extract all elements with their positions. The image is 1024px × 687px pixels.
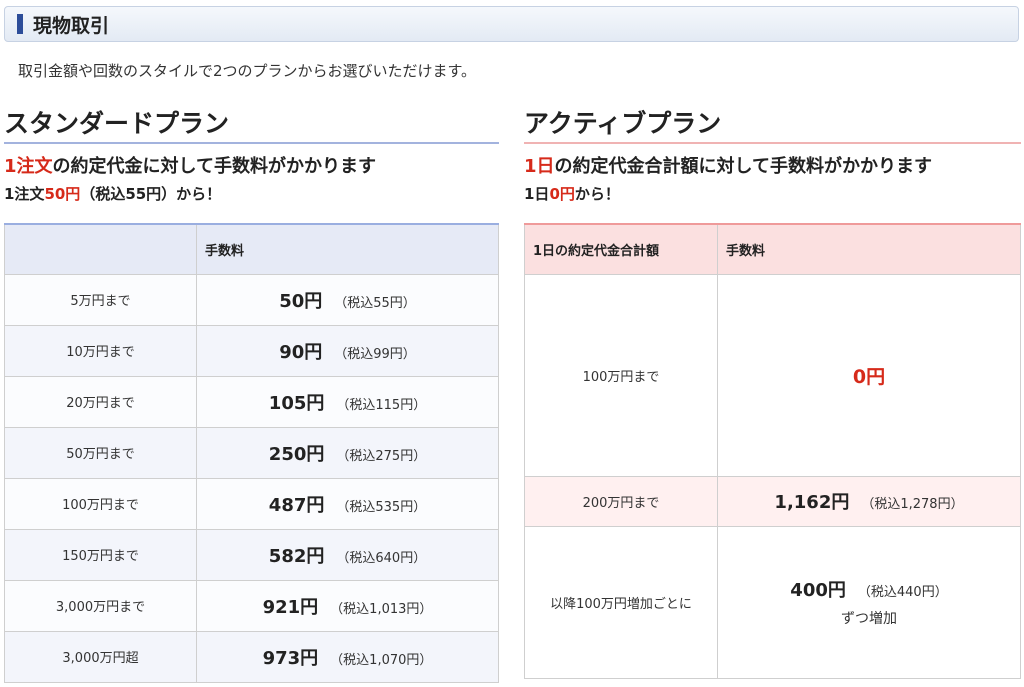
section-marker-icon bbox=[17, 14, 23, 34]
fee-tax: （税込440円） bbox=[857, 585, 948, 600]
intro-text: 取引金額や回数のスタイルで2つのプランからお選びいただけます。 bbox=[18, 62, 477, 80]
range-cell: 3,000万円まで bbox=[4, 579, 197, 632]
fee-note: ずつ増加 bbox=[841, 611, 897, 627]
fee-cell: 400円 （税込440円） ずつ増加 bbox=[717, 525, 1021, 679]
range-cell: 50万円まで bbox=[4, 426, 197, 479]
range-cell: 5万円まで bbox=[4, 273, 197, 326]
range-cell: 20万円まで bbox=[4, 375, 197, 428]
table-header-row: 1日の約定代金合計額 手数料 bbox=[524, 223, 1021, 275]
table-header-fee: 手数料 bbox=[196, 223, 499, 275]
fee-cell: 921円 （税込1,013円） bbox=[196, 579, 499, 632]
fee-tax: （税込1,070円） bbox=[330, 652, 433, 668]
fee-amount: 1,162円 bbox=[774, 492, 850, 513]
sub-highlight: 50円 bbox=[44, 185, 81, 203]
fee-amount: 250円 bbox=[268, 443, 325, 465]
standard-plan-sub: 1注文50円（税込55円）から！ bbox=[4, 182, 499, 206]
range-cell: 以降100万円増加ごとに bbox=[524, 525, 718, 679]
section-title: 現物取引 bbox=[33, 14, 110, 37]
sub-text-post: （税込55円）から！ bbox=[80, 185, 222, 203]
active-fee-table: 1日の約定代金合計額 手数料 100万円まで 0円 200万円まで 1,162円… bbox=[524, 223, 1021, 679]
active-plan: アクティブプラン 1日の約定代金合計額に対して手数料がかかります 1日0円から！… bbox=[524, 104, 1021, 679]
sub-text-pre: 1日 bbox=[524, 185, 550, 203]
range-cell: 100万円まで bbox=[524, 273, 718, 477]
table-header-fee: 手数料 bbox=[717, 223, 1021, 275]
fee-cell: 50円 （税込55円） bbox=[196, 273, 499, 326]
table-row: 5万円まで 50円 （税込55円） bbox=[4, 273, 499, 326]
fee-amount: 487円 bbox=[268, 494, 325, 516]
table-row: 100万円まで 487円 （税込535円） bbox=[4, 477, 499, 530]
lead-highlight: 1注文 bbox=[4, 156, 53, 177]
standard-plan: スタンダードプラン 1注文の約定代金に対して手数料がかかります 1注文50円（税… bbox=[4, 104, 499, 683]
fee-cell: 105円 （税込115円） bbox=[196, 375, 499, 428]
table-row: 10万円まで 90円 （税込99円） bbox=[4, 324, 499, 377]
table-row: 3,000万円超 973円 （税込1,070円） bbox=[4, 630, 499, 683]
section-header: 現物取引 bbox=[4, 6, 1019, 42]
range-cell: 150万円まで bbox=[4, 528, 197, 581]
table-row: 20万円まで 105円 （税込115円） bbox=[4, 375, 499, 428]
table-header-range bbox=[4, 223, 197, 275]
table-header-range: 1日の約定代金合計額 bbox=[524, 223, 718, 275]
table-row: 200万円まで 1,162円 （税込1,278円） bbox=[524, 475, 1021, 527]
active-plan-title: アクティブプラン bbox=[524, 104, 1021, 144]
active-plan-lead: 1日の約定代金合計額に対して手数料がかかります bbox=[524, 154, 1021, 180]
sub-highlight: 0円 bbox=[549, 185, 575, 203]
fee-tax: （税込275円） bbox=[336, 448, 427, 464]
fee-cell: 250円 （税込275円） bbox=[196, 426, 499, 479]
standard-fee-table: 手数料 5万円まで 50円 （税込55円） 10万円まで 90円 （税込99円） 2… bbox=[4, 223, 499, 683]
fee-amount: 973円 bbox=[262, 647, 319, 669]
fee-tax: （税込115円） bbox=[336, 397, 427, 413]
fee-cell: 487円 （税込535円） bbox=[196, 477, 499, 530]
lead-text: の約定代金に対して手数料がかかります bbox=[52, 156, 376, 177]
range-cell: 200万円まで bbox=[524, 475, 718, 527]
range-cell: 3,000万円超 bbox=[4, 630, 197, 683]
fee-cell: 973円 （税込1,070円） bbox=[196, 630, 499, 683]
fee-amount: 0円 bbox=[852, 365, 886, 388]
fee-cell: 1,162円 （税込1,278円） bbox=[717, 475, 1021, 527]
range-cell: 10万円まで bbox=[4, 324, 197, 377]
table-row: 150万円まで 582円 （税込640円） bbox=[4, 528, 499, 581]
fee-amount: 90円 bbox=[279, 341, 323, 363]
table-row: 100万円まで 0円 bbox=[524, 273, 1021, 477]
active-plan-sub: 1日0円から！ bbox=[524, 182, 1021, 206]
lead-highlight: 1日 bbox=[524, 156, 555, 177]
fee-tax: （税込535円） bbox=[336, 499, 427, 515]
table-row: 以降100万円増加ごとに 400円 （税込440円） ずつ増加 bbox=[524, 525, 1021, 679]
table-row: 3,000万円まで 921円 （税込1,013円） bbox=[4, 579, 499, 632]
sub-text-post: から！ bbox=[574, 185, 620, 203]
fee-amount: 400円 bbox=[790, 580, 846, 601]
sub-text-pre: 1注文 bbox=[4, 185, 45, 203]
standard-plan-title: スタンダードプラン bbox=[4, 104, 499, 144]
range-cell: 100万円まで bbox=[4, 477, 197, 530]
fee-amount: 921円 bbox=[262, 596, 319, 618]
fee-amount: 582円 bbox=[268, 545, 325, 567]
fee-tax: （税込1,278円） bbox=[861, 497, 964, 512]
fee-cell: 0円 bbox=[717, 273, 1021, 477]
fee-tax: （税込99円） bbox=[334, 346, 416, 362]
fee-tax: （税込1,013円） bbox=[330, 601, 433, 617]
table-row: 50万円まで 250円 （税込275円） bbox=[4, 426, 499, 479]
fee-cell: 90円 （税込99円） bbox=[196, 324, 499, 377]
lead-text: の約定代金合計額に対して手数料がかかります bbox=[554, 156, 932, 177]
fee-amount: 105円 bbox=[268, 392, 325, 414]
fee-tax: （税込55円） bbox=[334, 295, 416, 311]
fee-amount: 50円 bbox=[279, 290, 323, 312]
fee-cell: 582円 （税込640円） bbox=[196, 528, 499, 581]
standard-plan-lead: 1注文の約定代金に対して手数料がかかります bbox=[4, 154, 499, 180]
table-header-row: 手数料 bbox=[4, 223, 499, 275]
fee-tax: （税込640円） bbox=[336, 550, 427, 566]
